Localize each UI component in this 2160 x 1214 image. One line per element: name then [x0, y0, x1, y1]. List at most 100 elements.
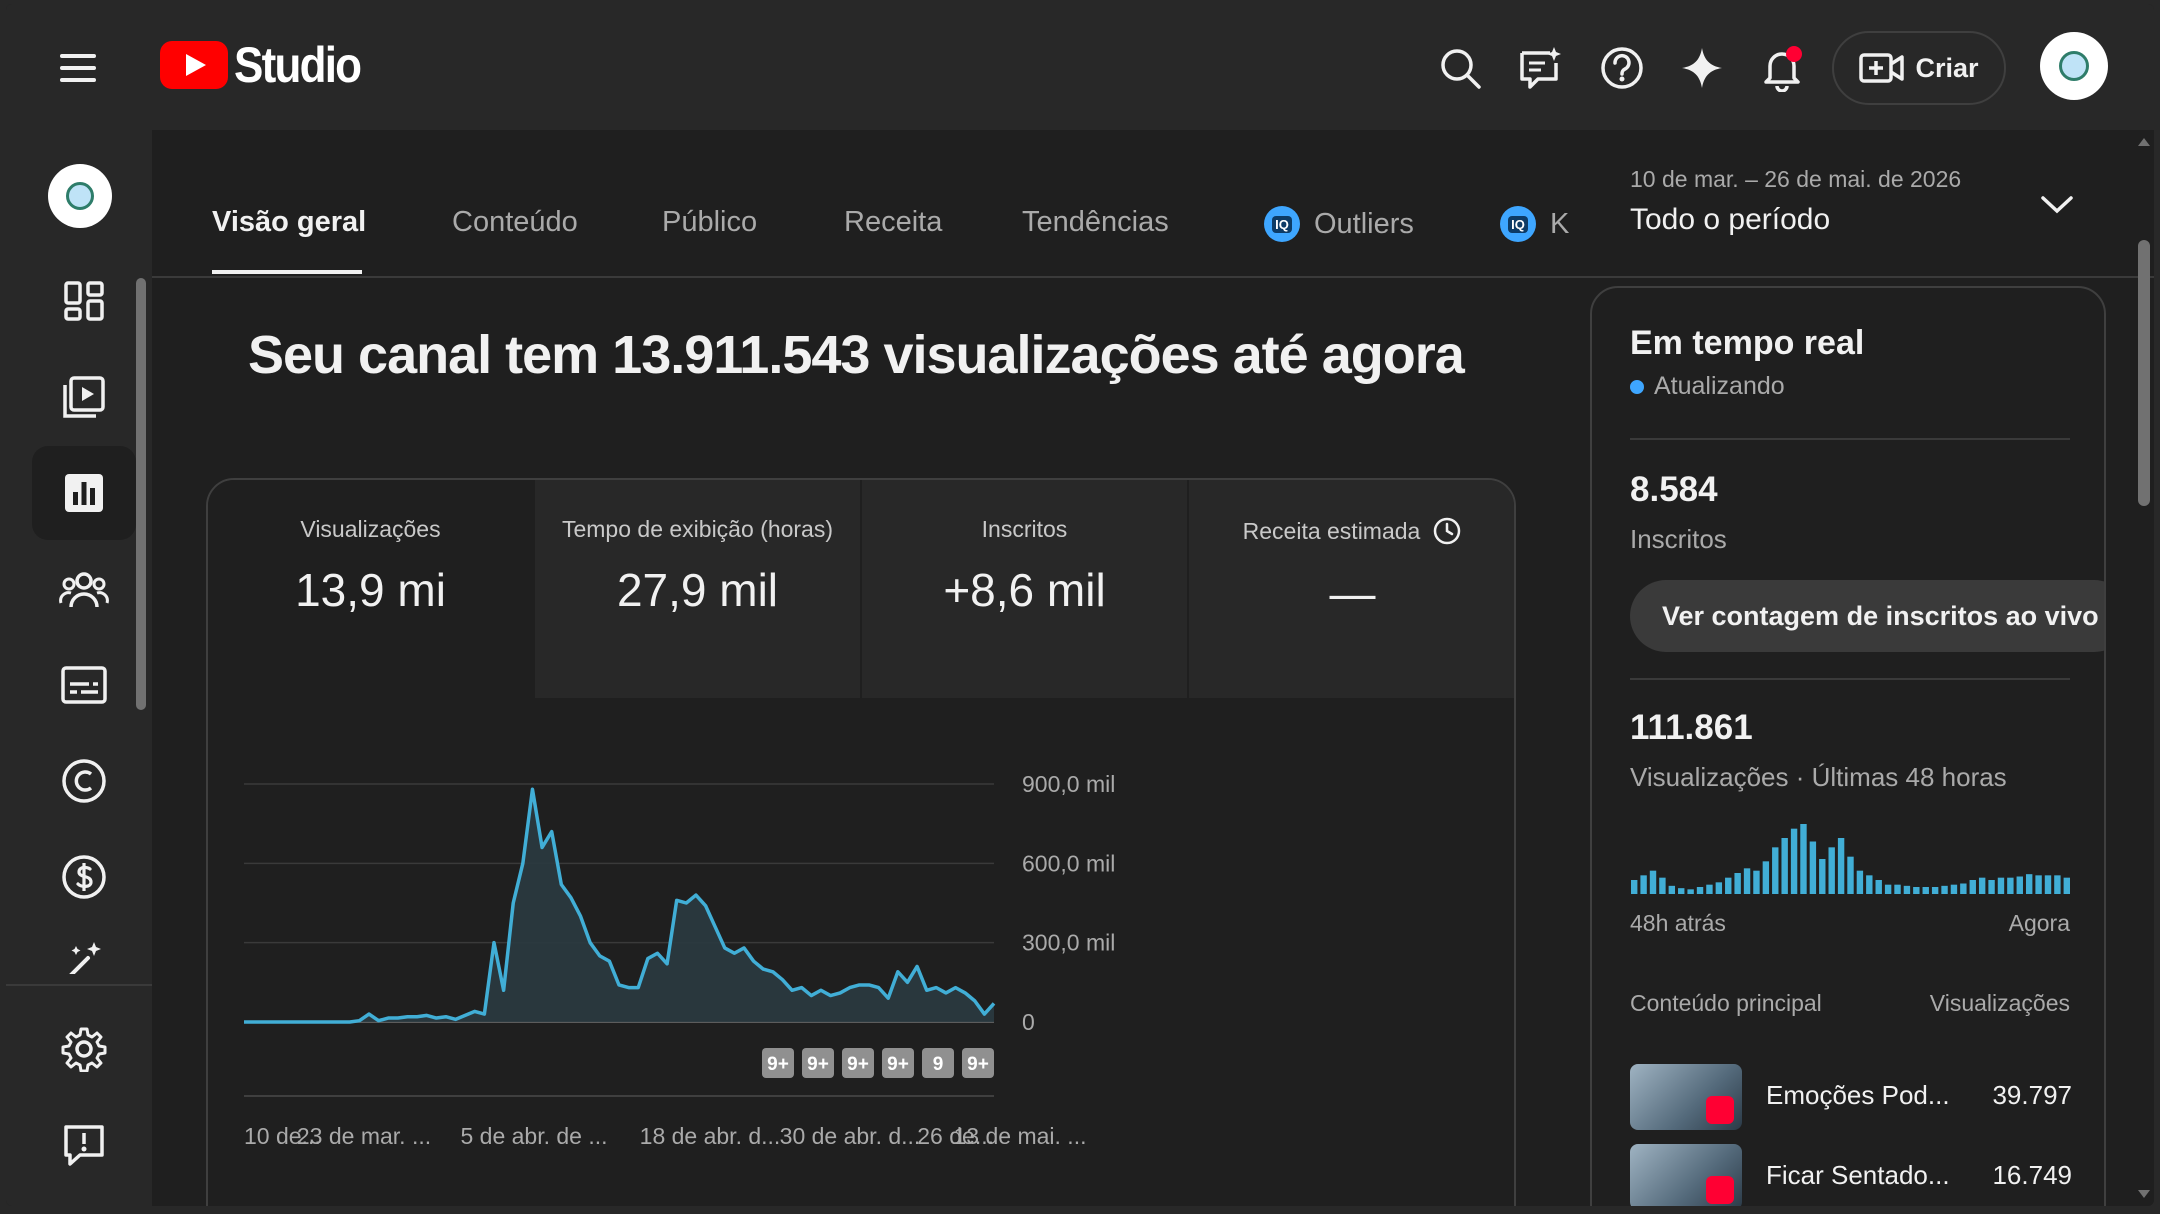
realtime-bar	[1931, 887, 1939, 894]
realtime-bar	[1819, 859, 1826, 894]
realtime-bar	[2007, 877, 2014, 894]
customization-icon[interactable]	[32, 920, 136, 974]
analytics-icon[interactable]	[32, 446, 136, 540]
metric-value: 27,9 mil	[616, 564, 779, 616]
metric-label-row: Receita estimada	[1189, 516, 1514, 546]
content-icon[interactable]	[32, 350, 136, 444]
realtime-bar	[1875, 880, 1882, 894]
main-scrollbar[interactable]	[2138, 240, 2150, 506]
studio-window: Studio Criar Visão geral Conteúdo Públic…	[6, 4, 2154, 1206]
send-feedback-icon[interactable]	[32, 1098, 136, 1192]
divider	[1630, 438, 2070, 440]
sidebar-scrollbar[interactable]	[136, 278, 146, 710]
channel-avatar[interactable]	[48, 164, 112, 228]
realtime-bar-chart[interactable]	[1630, 822, 2072, 894]
logo-text: Studio	[234, 37, 362, 93]
realtime-bar	[1941, 885, 1948, 894]
x-tick-label: 5 de abr. de ...	[460, 1123, 607, 1149]
dashboard-icon[interactable]	[32, 254, 136, 348]
metric-value: +8,6 mil	[943, 564, 1106, 616]
menu-icon[interactable]	[58, 48, 98, 88]
realtime-bar	[1913, 887, 1920, 894]
tab-trends[interactable]: Tendências	[1022, 206, 1169, 239]
video-badge-label: 9+	[887, 1054, 909, 1075]
help-icon[interactable]	[1596, 42, 1648, 94]
notifications-icon[interactable]	[1756, 42, 1808, 94]
page-title: Seu canal tem 13.911.543 visualizações a…	[248, 325, 1465, 385]
settings-icon[interactable]	[32, 1002, 136, 1096]
realtime-bar	[1725, 877, 1732, 894]
metric-subscribers[interactable]: Inscritos +8,6 mil	[862, 480, 1189, 698]
sparkle-icon[interactable]	[1676, 42, 1728, 94]
subtitles-icon[interactable]	[32, 638, 136, 732]
realtime-bar	[2016, 876, 2023, 894]
bars-start-label: 48h atrás	[1630, 910, 1726, 936]
metric-label: Visualizações	[300, 516, 441, 542]
realtime-bar	[2035, 875, 2042, 894]
top-content-views-header: Visualizações	[1929, 990, 2070, 1016]
realtime-bar	[1706, 884, 1713, 894]
channel-logo-icon	[66, 182, 94, 210]
search-icon[interactable]	[1434, 42, 1486, 94]
realtime-bar	[1866, 875, 1873, 894]
metric-views[interactable]: Visualizações 13,9 mi	[208, 480, 535, 698]
subscriber-label: Inscritos	[1630, 524, 1727, 554]
analytics-tabs: Visão geral Conteúdo Público Receita Ten…	[152, 130, 2154, 278]
realtime-status: Atualizando	[1630, 372, 1785, 401]
tab-revenue[interactable]: Receita	[844, 206, 942, 239]
tab-outliers[interactable]: IQ Outliers	[1264, 206, 1414, 242]
metric-revenue[interactable]: Receita estimada —	[1189, 480, 1514, 698]
scroll-down-arrow-icon[interactable]	[2138, 1190, 2150, 1198]
x-tick-label: 30 de abr. d...	[780, 1123, 921, 1149]
status-dot	[1630, 379, 1644, 394]
realtime-bar	[1828, 847, 1835, 894]
metric-value: 13,9 mi	[295, 564, 446, 616]
realtime-bar	[1734, 873, 1741, 894]
iq-badge-icon: IQ	[1500, 206, 1536, 242]
series-area	[244, 789, 994, 1022]
iq-badge-icon: IQ	[1264, 206, 1300, 242]
y-tick-label: 900,0 mil	[1022, 771, 1115, 797]
tab-overview[interactable]: Visão geral	[212, 206, 366, 239]
studio-logo[interactable]: Studio	[160, 36, 378, 94]
copyright-icon[interactable]	[32, 734, 136, 828]
views-chart: 900,0 mil 600,0 mil 300,0 mil 0 9+ 9+ 9+ 9+ 9 9+ 1…	[208, 698, 1514, 1206]
realtime-bar	[1781, 838, 1788, 894]
top-content-header: Conteúdo principal	[1630, 990, 1822, 1016]
top-content-row[interactable]: Ficar Sentado... 16.749	[1630, 1144, 2072, 1206]
video-badge-label: 9+	[967, 1054, 989, 1075]
realtime-bar	[1696, 887, 1704, 894]
create-button[interactable]: Criar	[1832, 31, 2006, 105]
metric-watch-time[interactable]: Tempo de exibição (horas) 27,9 mil	[535, 480, 862, 698]
realtime-bar	[1894, 884, 1901, 894]
chevron-down-icon[interactable]	[2040, 194, 2074, 221]
realtime-bar	[1715, 882, 1723, 894]
metric-value: —	[1329, 567, 1376, 619]
tab-audience[interactable]: Público	[662, 206, 757, 239]
overview-card: Visualizações 13,9 mi Tempo de exibição …	[206, 478, 1516, 1206]
active-tab-indicator	[212, 270, 362, 274]
metric-label: Receita estimada	[1242, 517, 1421, 544]
left-nav	[6, 130, 152, 1206]
live-subscriber-count-button[interactable]: Ver contagem de inscritos ao vivo	[1630, 580, 2104, 652]
realtime-bar	[1753, 870, 1760, 894]
realtime-bar	[1678, 888, 1685, 894]
video-thumbnail	[1630, 1144, 1742, 1206]
realtime-bar	[2044, 875, 2052, 894]
account-avatar[interactable]	[2040, 32, 2108, 100]
views-48h-count: 111.861	[1630, 708, 1753, 747]
divider	[1630, 678, 2070, 680]
top-content-row[interactable]: Emoções Pod... 39.797	[1630, 1064, 2072, 1130]
y-tick-label: 0	[1022, 1009, 1035, 1035]
y-tick-label: 600,0 mil	[1022, 850, 1115, 876]
create-video-icon	[1859, 53, 1905, 83]
realtime-title: Em tempo real	[1630, 324, 1865, 362]
community-icon[interactable]	[32, 542, 136, 636]
tab-content[interactable]: Conteúdo	[452, 206, 578, 239]
realtime-bar	[1772, 847, 1779, 894]
feedback-icon[interactable]	[1514, 42, 1566, 94]
bars-end-label: Agora	[2008, 910, 2070, 936]
earn-icon[interactable]	[32, 830, 136, 924]
scroll-up-arrow-icon[interactable]	[2138, 138, 2150, 146]
tab-keywords[interactable]: IQ K	[1500, 206, 1618, 242]
